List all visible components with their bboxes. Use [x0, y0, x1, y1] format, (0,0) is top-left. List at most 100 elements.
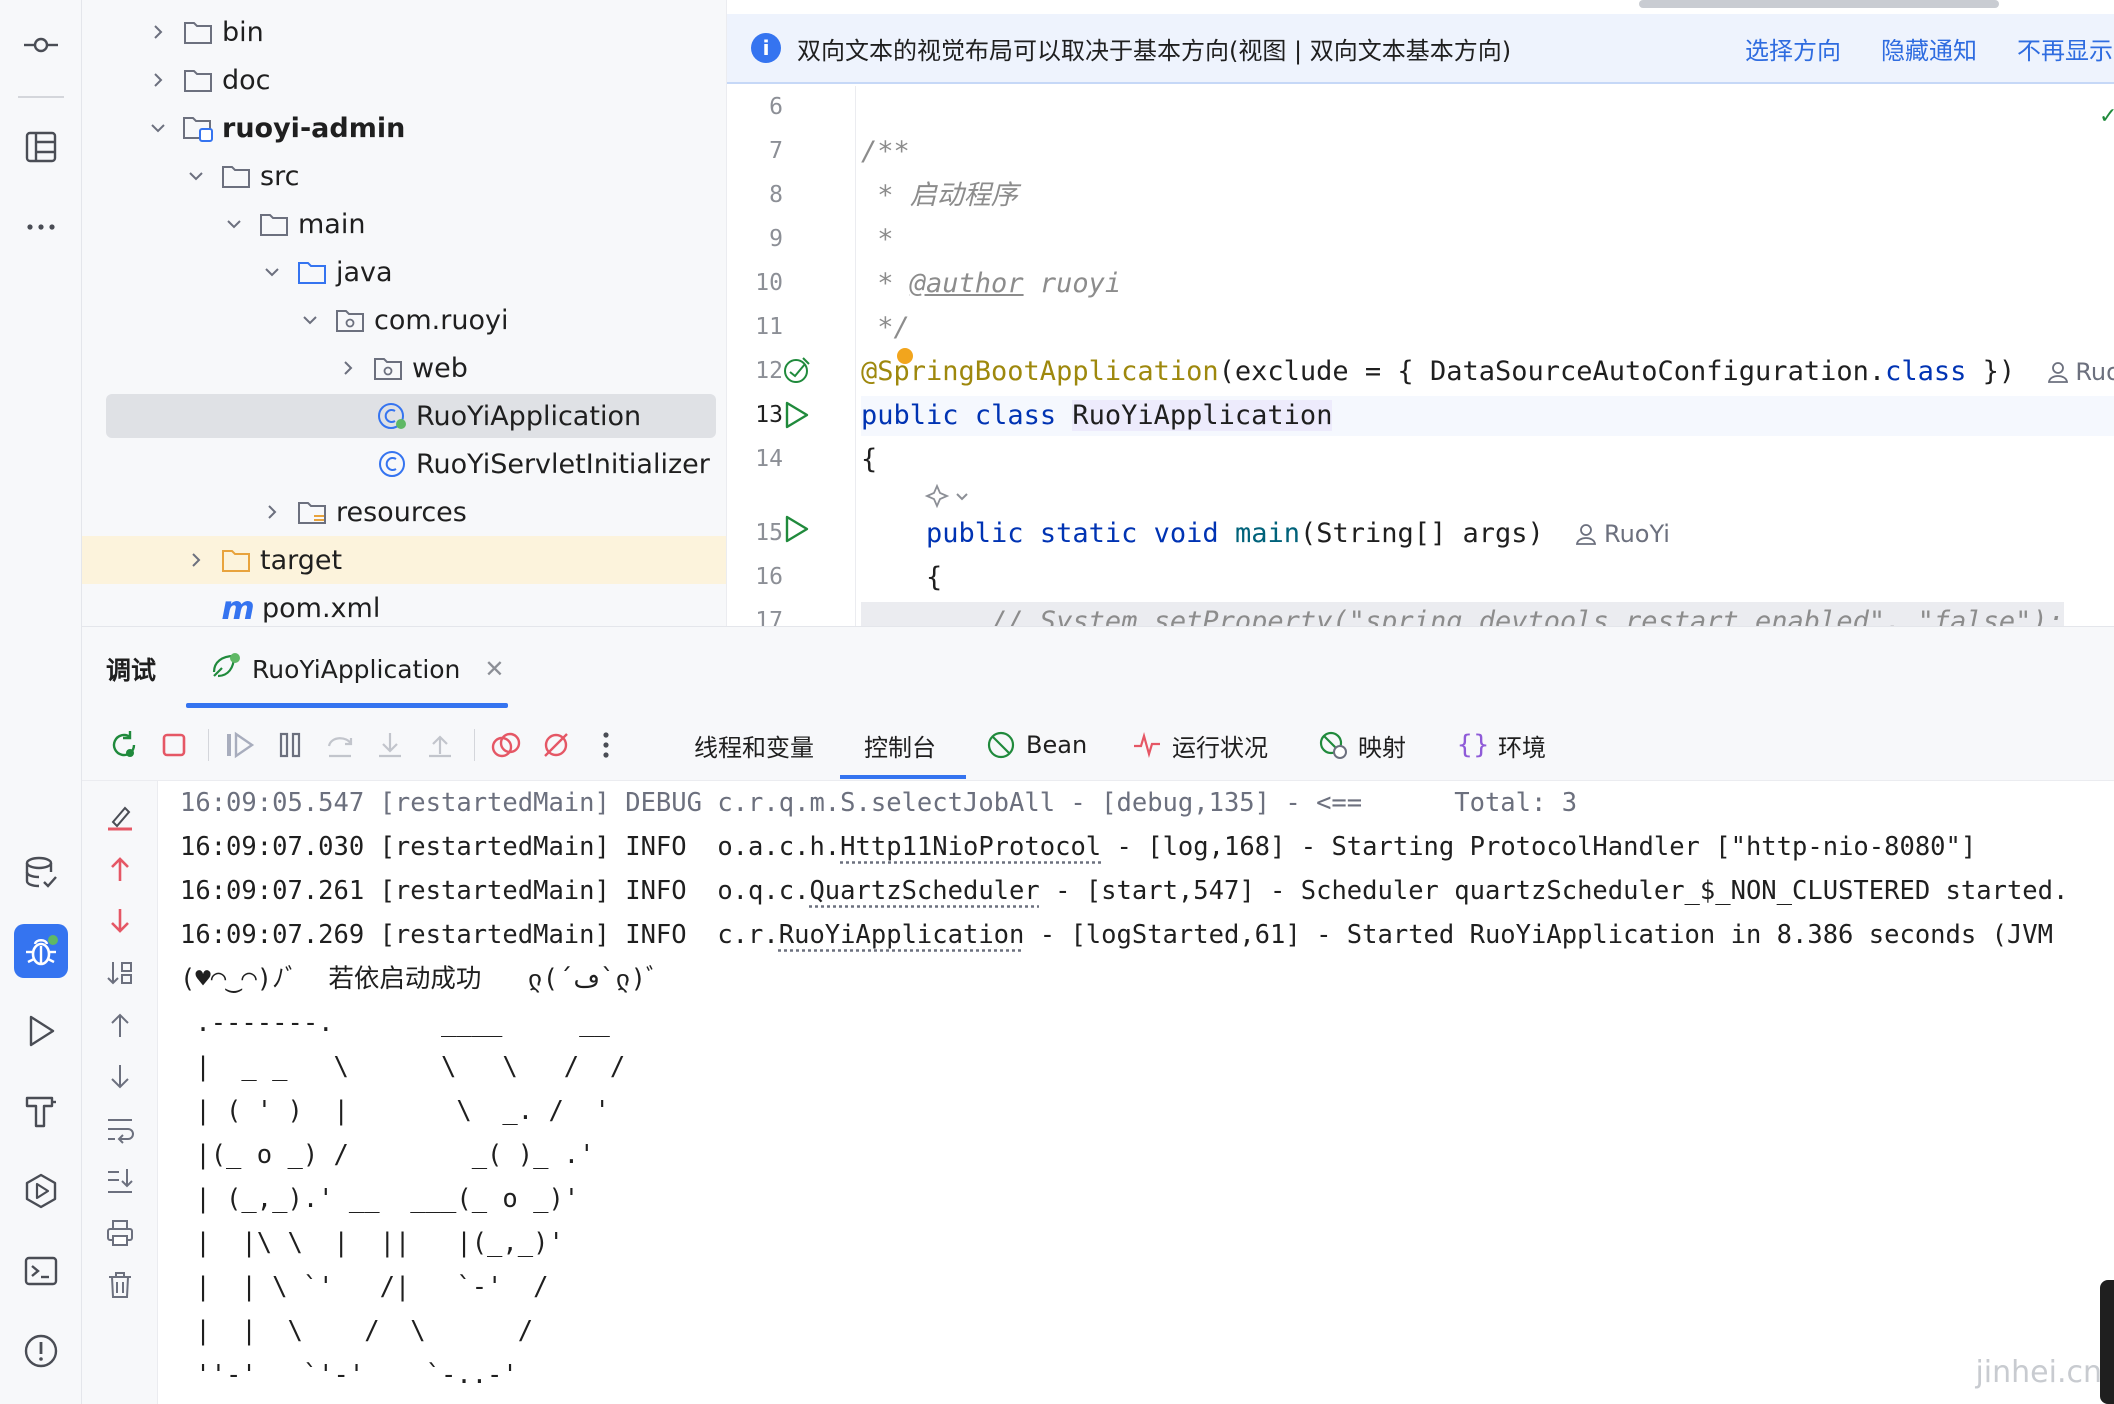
tab-console[interactable]: 控制台 — [864, 723, 936, 767]
tree-item-src[interactable]: src — [82, 152, 726, 200]
package-icon — [372, 352, 404, 384]
resume-icon[interactable] — [222, 727, 258, 763]
tree-item-main[interactable]: main — [82, 200, 726, 248]
view-breakpoints-icon[interactable] — [488, 727, 524, 763]
run-icon[interactable] — [14, 1004, 68, 1058]
chevron-down-icon[interactable] — [298, 308, 322, 332]
tree-item-resources[interactable]: resources — [82, 488, 726, 536]
problems-icon[interactable] — [14, 1324, 68, 1378]
code-line-10: * @author ruoyi — [861, 264, 1121, 304]
warning-dot-icon[interactable] — [897, 348, 913, 364]
tree-item-bin[interactable]: bin — [82, 8, 726, 56]
tab-health[interactable]: 运行状况 — [1132, 723, 1268, 767]
run-gutter-icon[interactable] — [783, 514, 811, 548]
chevron-right-icon[interactable] — [260, 500, 284, 524]
terminal-icon[interactable] — [14, 1244, 68, 1298]
tree-item-doc[interactable]: doc — [82, 56, 726, 104]
ascii-art-line: | | \ / \ / — [180, 1309, 533, 1353]
next-occurrence-icon[interactable] — [102, 903, 138, 939]
inspection-ok-icon[interactable]: ✓ — [2099, 104, 2114, 129]
editor-horizontal-scrollbar[interactable] — [1639, 0, 1999, 8]
active-tab-indicator — [186, 703, 508, 708]
stop-icon[interactable] — [156, 727, 192, 763]
tree-item-ruoyiservletinitializer[interactable]: RuoYiServletInitializer — [82, 440, 726, 488]
tab-beans[interactable]: Bean — [986, 723, 1087, 767]
dont-show-again-link[interactable]: 不再显示 — [2017, 31, 2113, 66]
choose-direction-link[interactable]: 选择方向 — [1745, 31, 1841, 66]
log-class-link[interactable]: Http11NioProtocol — [840, 832, 1101, 862]
scroll-down-icon[interactable] — [102, 1059, 138, 1095]
tree-item-web[interactable]: web — [82, 344, 726, 392]
ai-actions-icon[interactable] — [923, 482, 971, 516]
clear-highlight-icon[interactable] — [102, 799, 138, 835]
code-line-11: */ — [861, 308, 910, 348]
tree-item-label: main — [298, 209, 365, 240]
log-message: - [log,168] - Starting ProtocolHandler [… — [1101, 832, 1976, 862]
chevron-right-icon[interactable] — [146, 68, 170, 92]
hide-notification-link[interactable]: 隐藏通知 — [1881, 31, 1977, 66]
chevron-right-icon[interactable] — [146, 20, 170, 44]
scroll-to-end-icon[interactable] — [102, 1163, 138, 1199]
package-icon — [334, 304, 366, 336]
sort-icon[interactable] — [102, 955, 138, 991]
log-class-link[interactable]: RuoYiApplication — [779, 920, 1025, 950]
chevron-right-icon[interactable] — [184, 548, 208, 572]
tab-threads-variables[interactable]: 线程和变量 — [694, 723, 814, 767]
console-output[interactable]: 16:09:05.547 [restartedMain] DEBUG c.r.q… — [158, 781, 2114, 1404]
tree-item-target[interactable]: target — [82, 536, 726, 584]
log-class-link[interactable]: QuartzScheduler — [809, 876, 1039, 906]
tree-item-label: src — [260, 161, 299, 192]
rerun-icon[interactable] — [106, 727, 142, 763]
info-icon: i — [751, 33, 781, 63]
soft-wrap-icon[interactable] — [102, 1111, 138, 1147]
step-over-icon[interactable] — [322, 727, 358, 763]
debug-session-tabs: 调试 RuoYiApplication ✕ — [82, 627, 2114, 709]
mute-breakpoints-icon[interactable] — [538, 727, 574, 763]
trash-icon[interactable] — [102, 1267, 138, 1303]
debug-bug-icon[interactable] — [14, 924, 68, 978]
code-line-15: public static void main(String[] args) R… — [861, 514, 1670, 554]
tree-item-com-ruoyi[interactable]: com.ruoyi — [82, 296, 726, 344]
code-line-8: * 启动程序 — [861, 176, 1018, 216]
tab-environment[interactable]: {} 环境 — [1458, 723, 1546, 767]
chevron-down-icon[interactable] — [184, 164, 208, 188]
database-icon[interactable] — [14, 846, 68, 900]
line-number: 17 — [727, 608, 783, 626]
pause-icon[interactable] — [272, 727, 308, 763]
author-name: RuoYi — [1604, 520, 1670, 548]
scroll-up-icon[interactable] — [102, 1007, 138, 1043]
class-icon — [376, 448, 408, 480]
commit-icon[interactable] — [14, 18, 68, 72]
print-icon[interactable] — [102, 1215, 138, 1251]
step-out-icon[interactable] — [422, 727, 458, 763]
structure-icon[interactable] — [14, 120, 68, 174]
tab-mappings[interactable]: 映射 — [1318, 723, 1406, 767]
tree-item-java[interactable]: java — [82, 248, 726, 296]
chevron-down-icon[interactable] — [146, 116, 170, 140]
session-tab-ruoyiapplication[interactable]: RuoYiApplication ✕ — [208, 641, 505, 697]
tree-item-ruoyi-admin[interactable]: ruoyi-admin — [82, 104, 726, 152]
spring-bean-gutter-icon[interactable] — [781, 354, 813, 390]
build-hammer-icon[interactable] — [14, 1084, 68, 1138]
close-icon[interactable]: ✕ — [484, 655, 504, 683]
tree-item-ruoyiapplication[interactable]: RuoYiApplication — [82, 392, 726, 440]
tab-label: 映射 — [1358, 728, 1406, 763]
code-editor[interactable]: i 双向文本的视觉布局可以取决于基本方向(视图 | 双向文本基本方向) 选择方向… — [726, 0, 2114, 626]
services-icon[interactable] — [14, 1164, 68, 1218]
run-gutter-icon[interactable] — [783, 400, 811, 434]
chevron-right-icon[interactable] — [336, 356, 360, 380]
chevron-down-icon[interactable] — [222, 212, 246, 236]
code-line-17: // System.setProperty("spring.devtools.r… — [861, 602, 2064, 626]
edge-scrollbar[interactable] — [2100, 1280, 2114, 1404]
previous-occurrence-icon[interactable] — [102, 851, 138, 887]
chevron-down-icon[interactable] — [260, 260, 284, 284]
annotation-close: }) — [1966, 356, 2015, 387]
more-icon[interactable] — [14, 200, 68, 254]
mappings-icon — [1318, 730, 1348, 760]
tree-item-pom-xml[interactable]: m pom.xml — [82, 584, 726, 626]
ascii-art-line: |(_ o _) / _( )_ .' — [180, 1133, 595, 1177]
session-tab-label: RuoYiApplication — [252, 655, 460, 684]
log-line: 16:09:07.261 [restartedMain] INFO o.q.c.… — [180, 869, 2068, 913]
more-options-icon[interactable] — [588, 727, 624, 763]
step-into-icon[interactable] — [372, 727, 408, 763]
